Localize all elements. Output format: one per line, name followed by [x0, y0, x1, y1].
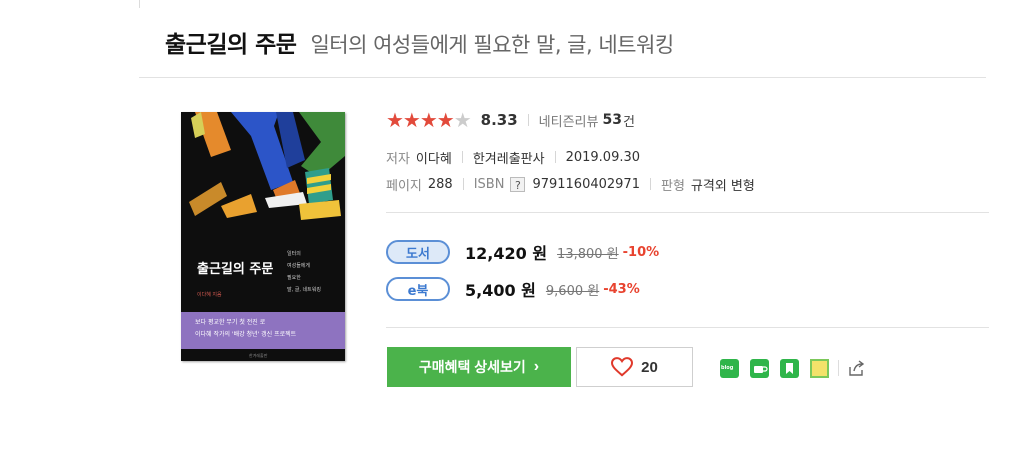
book-header: 출근길의 주문 일터의 여성들에게 필요한 말, 글, 네트워킹 — [165, 25, 674, 61]
bookmark-glyph-icon — [786, 362, 793, 374]
book-subtitle: 일터의 여성들에게 필요한 말, 글, 네트워킹 — [310, 33, 674, 57]
share-export-icon[interactable] — [847, 359, 866, 378]
heart-icon — [611, 357, 634, 377]
divider — [527, 114, 529, 126]
header-divider — [139, 77, 986, 78]
cover-author: 이다혜 지음 — [197, 292, 222, 298]
cover-publisher: 한겨레출판 — [249, 353, 268, 358]
cover-subtitle: 일터의 여성들에게 필요한 말, 글, 네트워킹 — [287, 251, 321, 293]
like-button[interactable]: 20 — [576, 347, 693, 387]
review-label[interactable]: 네티즌리뷰 — [539, 111, 599, 130]
book-discount: -10% — [622, 244, 660, 260]
section-divider — [386, 212, 989, 213]
author-label: 저자 — [386, 151, 410, 167]
pages-label: 페이지 — [386, 178, 422, 194]
purchase-benefits-button[interactable]: 구매혜택 상세보기 › — [387, 347, 571, 387]
author-row: 저자 이다혜 한겨레출판사 2019.09.30 — [386, 148, 641, 167]
blog-share-icon[interactable]: blog — [720, 358, 739, 378]
book-title[interactable]: 출근길의 주문 — [165, 25, 297, 59]
ebook-price-row: e북 5,400 원 9,600 원 -43% — [386, 275, 640, 303]
section-divider — [386, 327, 989, 328]
cover-illustration — [181, 112, 345, 224]
left-divider — [139, 0, 140, 8]
book-price: 12,420 원 — [465, 244, 548, 263]
format-value: 규격외 변형 — [690, 178, 755, 194]
memo-share-icon[interactable] — [810, 358, 829, 378]
divider — [462, 178, 464, 190]
divider — [554, 151, 556, 163]
like-count: 20 — [641, 358, 658, 376]
cover-title: 출근길의 주문 — [197, 262, 274, 277]
cover-band-text: 보다 평교한 무기 첫 전진 로 이다혜 작가의 '배강 청년' 갱신 프로젝트 — [195, 319, 297, 338]
bookmark-share-icon[interactable] — [780, 358, 799, 378]
review-unit: 건 — [622, 114, 635, 130]
stars-filled: ★★★★ — [386, 108, 455, 132]
format-label: 판형 — [660, 178, 685, 194]
purchase-benefits-label: 구매혜택 상세보기 — [418, 359, 526, 375]
share-divider — [838, 360, 839, 376]
ebook-original-price: 9,600 원 — [545, 283, 600, 299]
isbn-label: ISBN — [473, 176, 505, 192]
review-count[interactable]: 53 — [602, 112, 621, 128]
ebook-badge[interactable]: e북 — [386, 277, 450, 301]
ebook-discount: -43% — [603, 281, 640, 297]
book-price-row: 도서 12,420 원 13,800 원 -10% — [386, 238, 659, 266]
spec-row: 페이지 288 ISBN ? 9791160402971 판형 규격외 변형 — [386, 175, 755, 194]
chevron-right-icon: › — [533, 358, 540, 375]
stars-empty: ★ — [453, 108, 472, 132]
author-name[interactable]: 이다혜 — [416, 148, 452, 167]
share-icons: blog — [720, 357, 877, 379]
rating-value: 8.33 — [480, 111, 518, 129]
divider — [649, 178, 651, 190]
book-original-price: 13,800 원 — [557, 246, 619, 262]
share-arrow-icon — [849, 359, 865, 376]
isbn-value: 9791160402971 — [532, 176, 640, 192]
pages-value: 288 — [427, 176, 453, 192]
divider — [461, 151, 463, 163]
book-cover[interactable]: 출근길의 주문 일터의 여성들에게 필요한 말, 글, 네트워킹 이다혜 지음 … — [181, 112, 345, 361]
cafe-share-icon[interactable] — [750, 358, 769, 378]
book-badge[interactable]: 도서 — [386, 240, 450, 264]
rating-row: ★★★★★ 8.33 네티즌리뷰 53 건 — [386, 108, 635, 132]
blog-share-label: blog — [721, 364, 734, 371]
publish-date: 2019.09.30 — [565, 149, 641, 165]
publisher-name[interactable]: 한겨레출판사 — [473, 148, 545, 167]
ebook-price: 5,400 원 — [465, 281, 536, 300]
cafe-cup-icon — [754, 365, 768, 373]
star-rating: ★★★★★ — [386, 108, 472, 132]
isbn-help-icon[interactable]: ? — [510, 176, 526, 192]
